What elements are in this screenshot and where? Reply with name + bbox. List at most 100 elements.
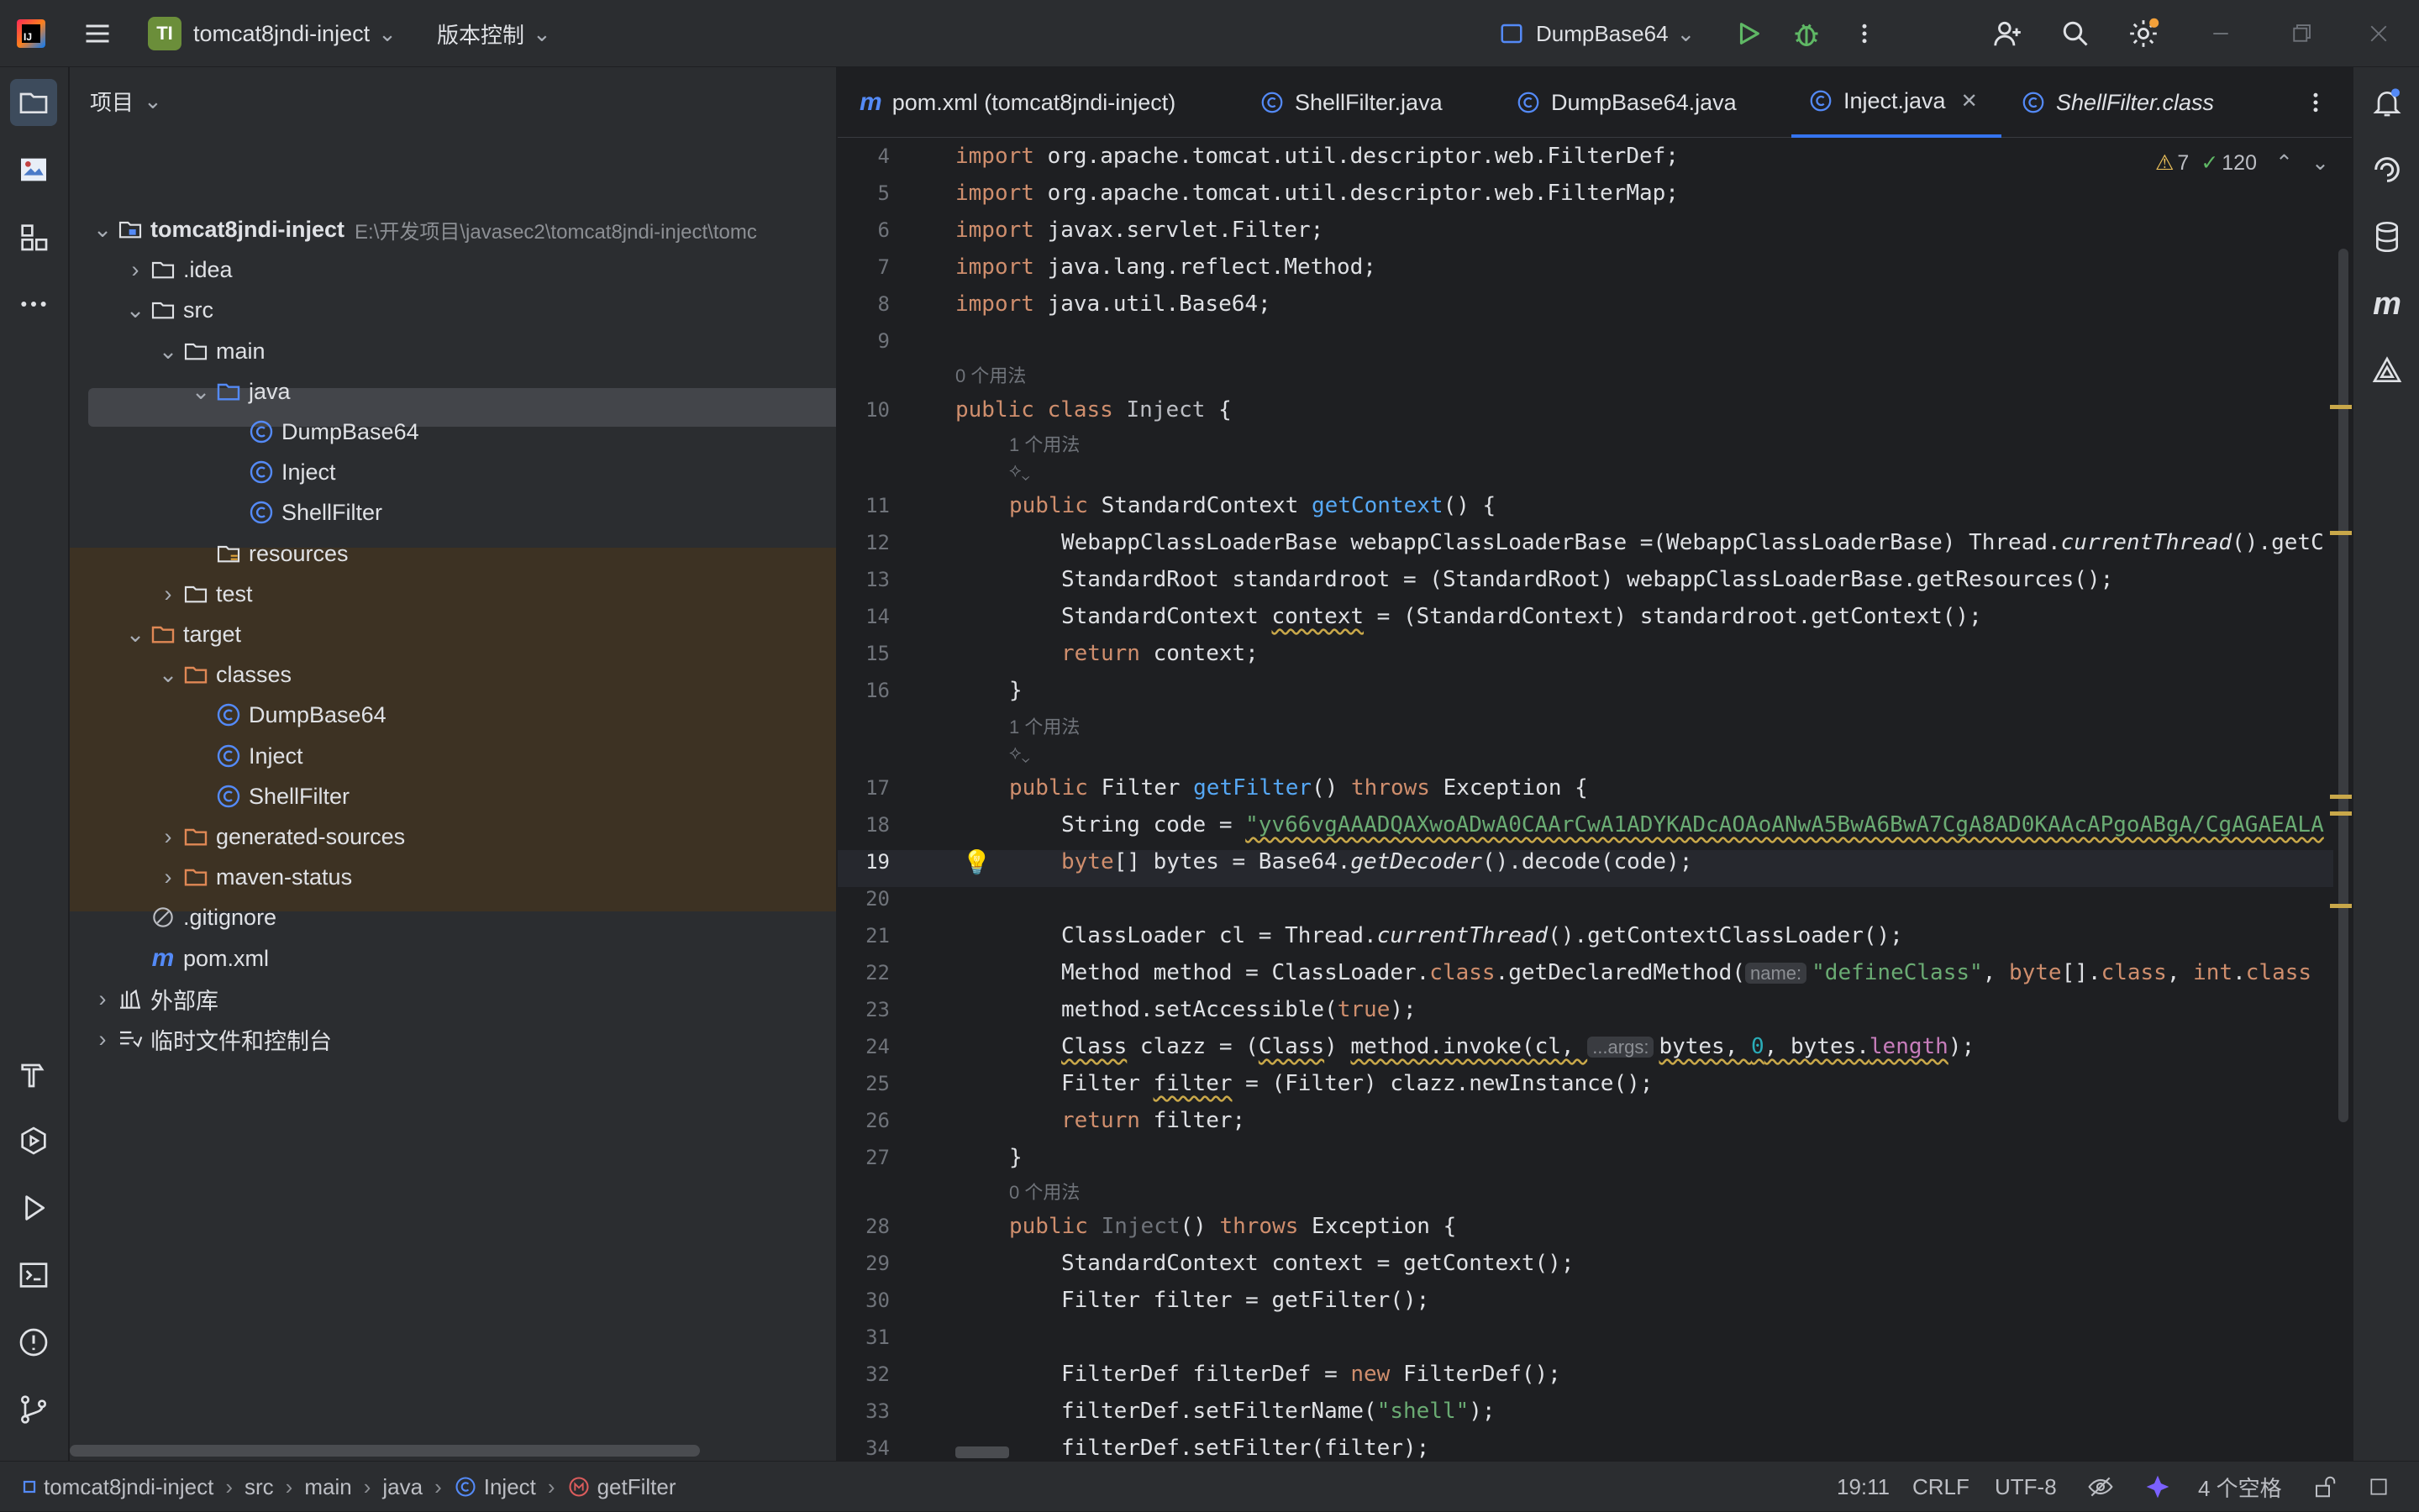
chevron-down-icon[interactable]: ⌄: [90, 210, 115, 249]
tree-item[interactable]: DumpBase64: [221, 412, 419, 451]
panel-title: 项目: [90, 89, 134, 115]
horizontal-scrollbar[interactable]: [955, 1446, 1009, 1458]
plugin-tool-button[interactable]: [10, 146, 57, 193]
caret-position[interactable]: 19:11: [1837, 1462, 1890, 1512]
tree-item[interactable]: ShellFilter: [221, 493, 382, 532]
parameter-hint: name:: [1745, 963, 1807, 984]
code-text: context;: [1139, 641, 1259, 666]
chevron-right-icon[interactable]: ›: [123, 250, 148, 289]
chevron-down-icon[interactable]: ⌄: [123, 615, 148, 654]
tree-item-label: src: [183, 297, 213, 323]
close-window-button[interactable]: [2366, 0, 2391, 67]
tree-item[interactable]: resources: [188, 534, 349, 573]
notifications-button[interactable]: [2364, 79, 2411, 126]
memory-indicator[interactable]: [2368, 1462, 2390, 1512]
minimize-button[interactable]: [2208, 0, 2233, 67]
horizontal-scrollbar[interactable]: [70, 1445, 700, 1457]
tree-item[interactable]: .gitignore: [123, 898, 276, 937]
chevron-right-icon[interactable]: ›: [155, 817, 181, 856]
terminal-icon: [19, 1263, 48, 1288]
breadcrumb-item[interactable]: Inject: [484, 1474, 536, 1500]
ai-hint-icon[interactable]: ⟡⌄: [1009, 742, 1030, 764]
chevron-right-icon[interactable]: ›: [90, 979, 115, 1018]
code-with-me-button[interactable]: [1991, 0, 2023, 67]
search-icon: [2063, 21, 2088, 46]
maven-tool-button[interactable]: m: [2364, 281, 2411, 328]
tree-item[interactable]: ⌄ classes: [155, 655, 292, 694]
breadcrumb-item[interactable]: src: [245, 1474, 274, 1500]
database-button[interactable]: [2364, 213, 2411, 260]
tree-item[interactable]: ⌄ src: [123, 291, 213, 329]
usage-hint[interactable]: 1 个用法: [1009, 430, 1080, 457]
debug-button[interactable]: [1791, 0, 1822, 67]
project-switcher[interactable]: TI tomcat8jndi-inject ⌄: [148, 0, 397, 67]
usage-hint[interactable]: 0 个用法: [955, 361, 1026, 388]
tree-item[interactable]: › 临时文件和控制台: [90, 1020, 333, 1058]
tree-item[interactable]: › .idea: [123, 250, 233, 289]
main-menu-icon[interactable]: [82, 0, 113, 67]
git-tool-button[interactable]: [10, 1386, 57, 1433]
build-tool-button[interactable]: [10, 1050, 57, 1097]
tree-item[interactable]: › generated-sources: [155, 817, 406, 856]
ai-hint-icon[interactable]: ⟡⌄: [1009, 459, 1030, 481]
ai-status[interactable]: [2144, 1462, 2171, 1512]
string-literal: "defineClass": [1812, 960, 1983, 985]
usage-hint[interactable]: 0 个用法: [1009, 1178, 1080, 1205]
code-view[interactable]: 4 import org.apache.tomcat.util.descripto…: [838, 67, 2333, 1461]
usage-hint[interactable]: 1 个用法: [1009, 712, 1080, 739]
chevron-down-icon[interactable]: ⌄: [155, 655, 181, 694]
tree-item[interactable]: ⌄ main: [155, 332, 266, 370]
terminal-tool-button[interactable]: [10, 1252, 57, 1299]
indent-setting[interactable]: 4 个空格: [2198, 1462, 2282, 1512]
ai-assistant-button[interactable]: [2364, 146, 2411, 193]
breadcrumb-item[interactable]: java: [382, 1474, 423, 1500]
search-button[interactable]: [2060, 0, 2090, 67]
run-button[interactable]: [1734, 0, 1763, 67]
restore-button[interactable]: [2289, 0, 2314, 67]
chevron-right-icon[interactable]: ›: [155, 858, 181, 896]
tree-item[interactable]: Inject: [188, 737, 303, 775]
run-tool-button[interactable]: [10, 1184, 57, 1231]
tree-item[interactable]: DumpBase64: [188, 696, 387, 734]
chevron-down-icon[interactable]: ⌄: [188, 372, 213, 411]
readonly-toggle[interactable]: [2087, 1462, 2114, 1512]
tree-item-label: .idea: [183, 256, 233, 282]
tree-item[interactable]: › maven-status: [155, 858, 353, 896]
more-actions-button[interactable]: [1852, 0, 1877, 67]
chevron-down-icon[interactable]: ⌄: [123, 291, 148, 329]
lock-toggle[interactable]: [2312, 1462, 2337, 1512]
plugin-tool-button[interactable]: [2364, 348, 2411, 395]
structure-tool-button[interactable]: [10, 213, 57, 260]
run-config-selector[interactable]: DumpBase64 ⌄: [1499, 0, 1695, 67]
tree-item[interactable]: ⌄ java: [188, 372, 291, 411]
breadcrumb-item[interactable]: tomcat8jndi-inject: [44, 1474, 213, 1500]
chevron-down-icon[interactable]: ⌄: [155, 332, 181, 370]
tree-item[interactable]: ⌄ target: [123, 615, 241, 654]
more-tools-button[interactable]: [10, 281, 57, 328]
folder-icon: [19, 92, 48, 113]
line-number: 11: [865, 494, 890, 517]
tree-item[interactable]: ⌄ tomcat8jndi-inject E:\开发项目\javasec2\tomc…: [90, 210, 757, 249]
settings-button[interactable]: [2127, 0, 2159, 67]
tree-item[interactable]: Inject: [221, 453, 336, 491]
tree-item[interactable]: ShellFilter: [188, 777, 350, 816]
file-encoding[interactable]: UTF-8: [1995, 1462, 2057, 1512]
line-number: 31: [865, 1326, 890, 1349]
services-tool-button[interactable]: [10, 1117, 57, 1164]
project-tool-button[interactable]: [10, 79, 57, 126]
breadcrumb-item[interactable]: main: [304, 1474, 351, 1500]
tree-item[interactable]: › test: [155, 575, 253, 613]
chevron-right-icon[interactable]: ›: [90, 1020, 115, 1058]
tree-item[interactable]: m pom.xml: [123, 939, 269, 978]
project-panel-header[interactable]: 项目 ⌄: [90, 84, 162, 118]
tree-item[interactable]: › 外部库: [90, 979, 219, 1018]
vcs-menu[interactable]: 版本控制 ⌄: [437, 0, 551, 67]
line-number: 7: [877, 255, 890, 279]
problems-tool-button[interactable]: [10, 1319, 57, 1366]
lightbulb-icon[interactable]: 💡: [962, 848, 991, 876]
breadcrumb-item[interactable]: getFilter: [597, 1474, 676, 1500]
code-text: filterDef.setFilter(filter);: [1061, 1436, 1430, 1461]
line-separator[interactable]: CRLF: [1912, 1462, 1969, 1512]
chevron-right-icon[interactable]: ›: [155, 575, 181, 613]
